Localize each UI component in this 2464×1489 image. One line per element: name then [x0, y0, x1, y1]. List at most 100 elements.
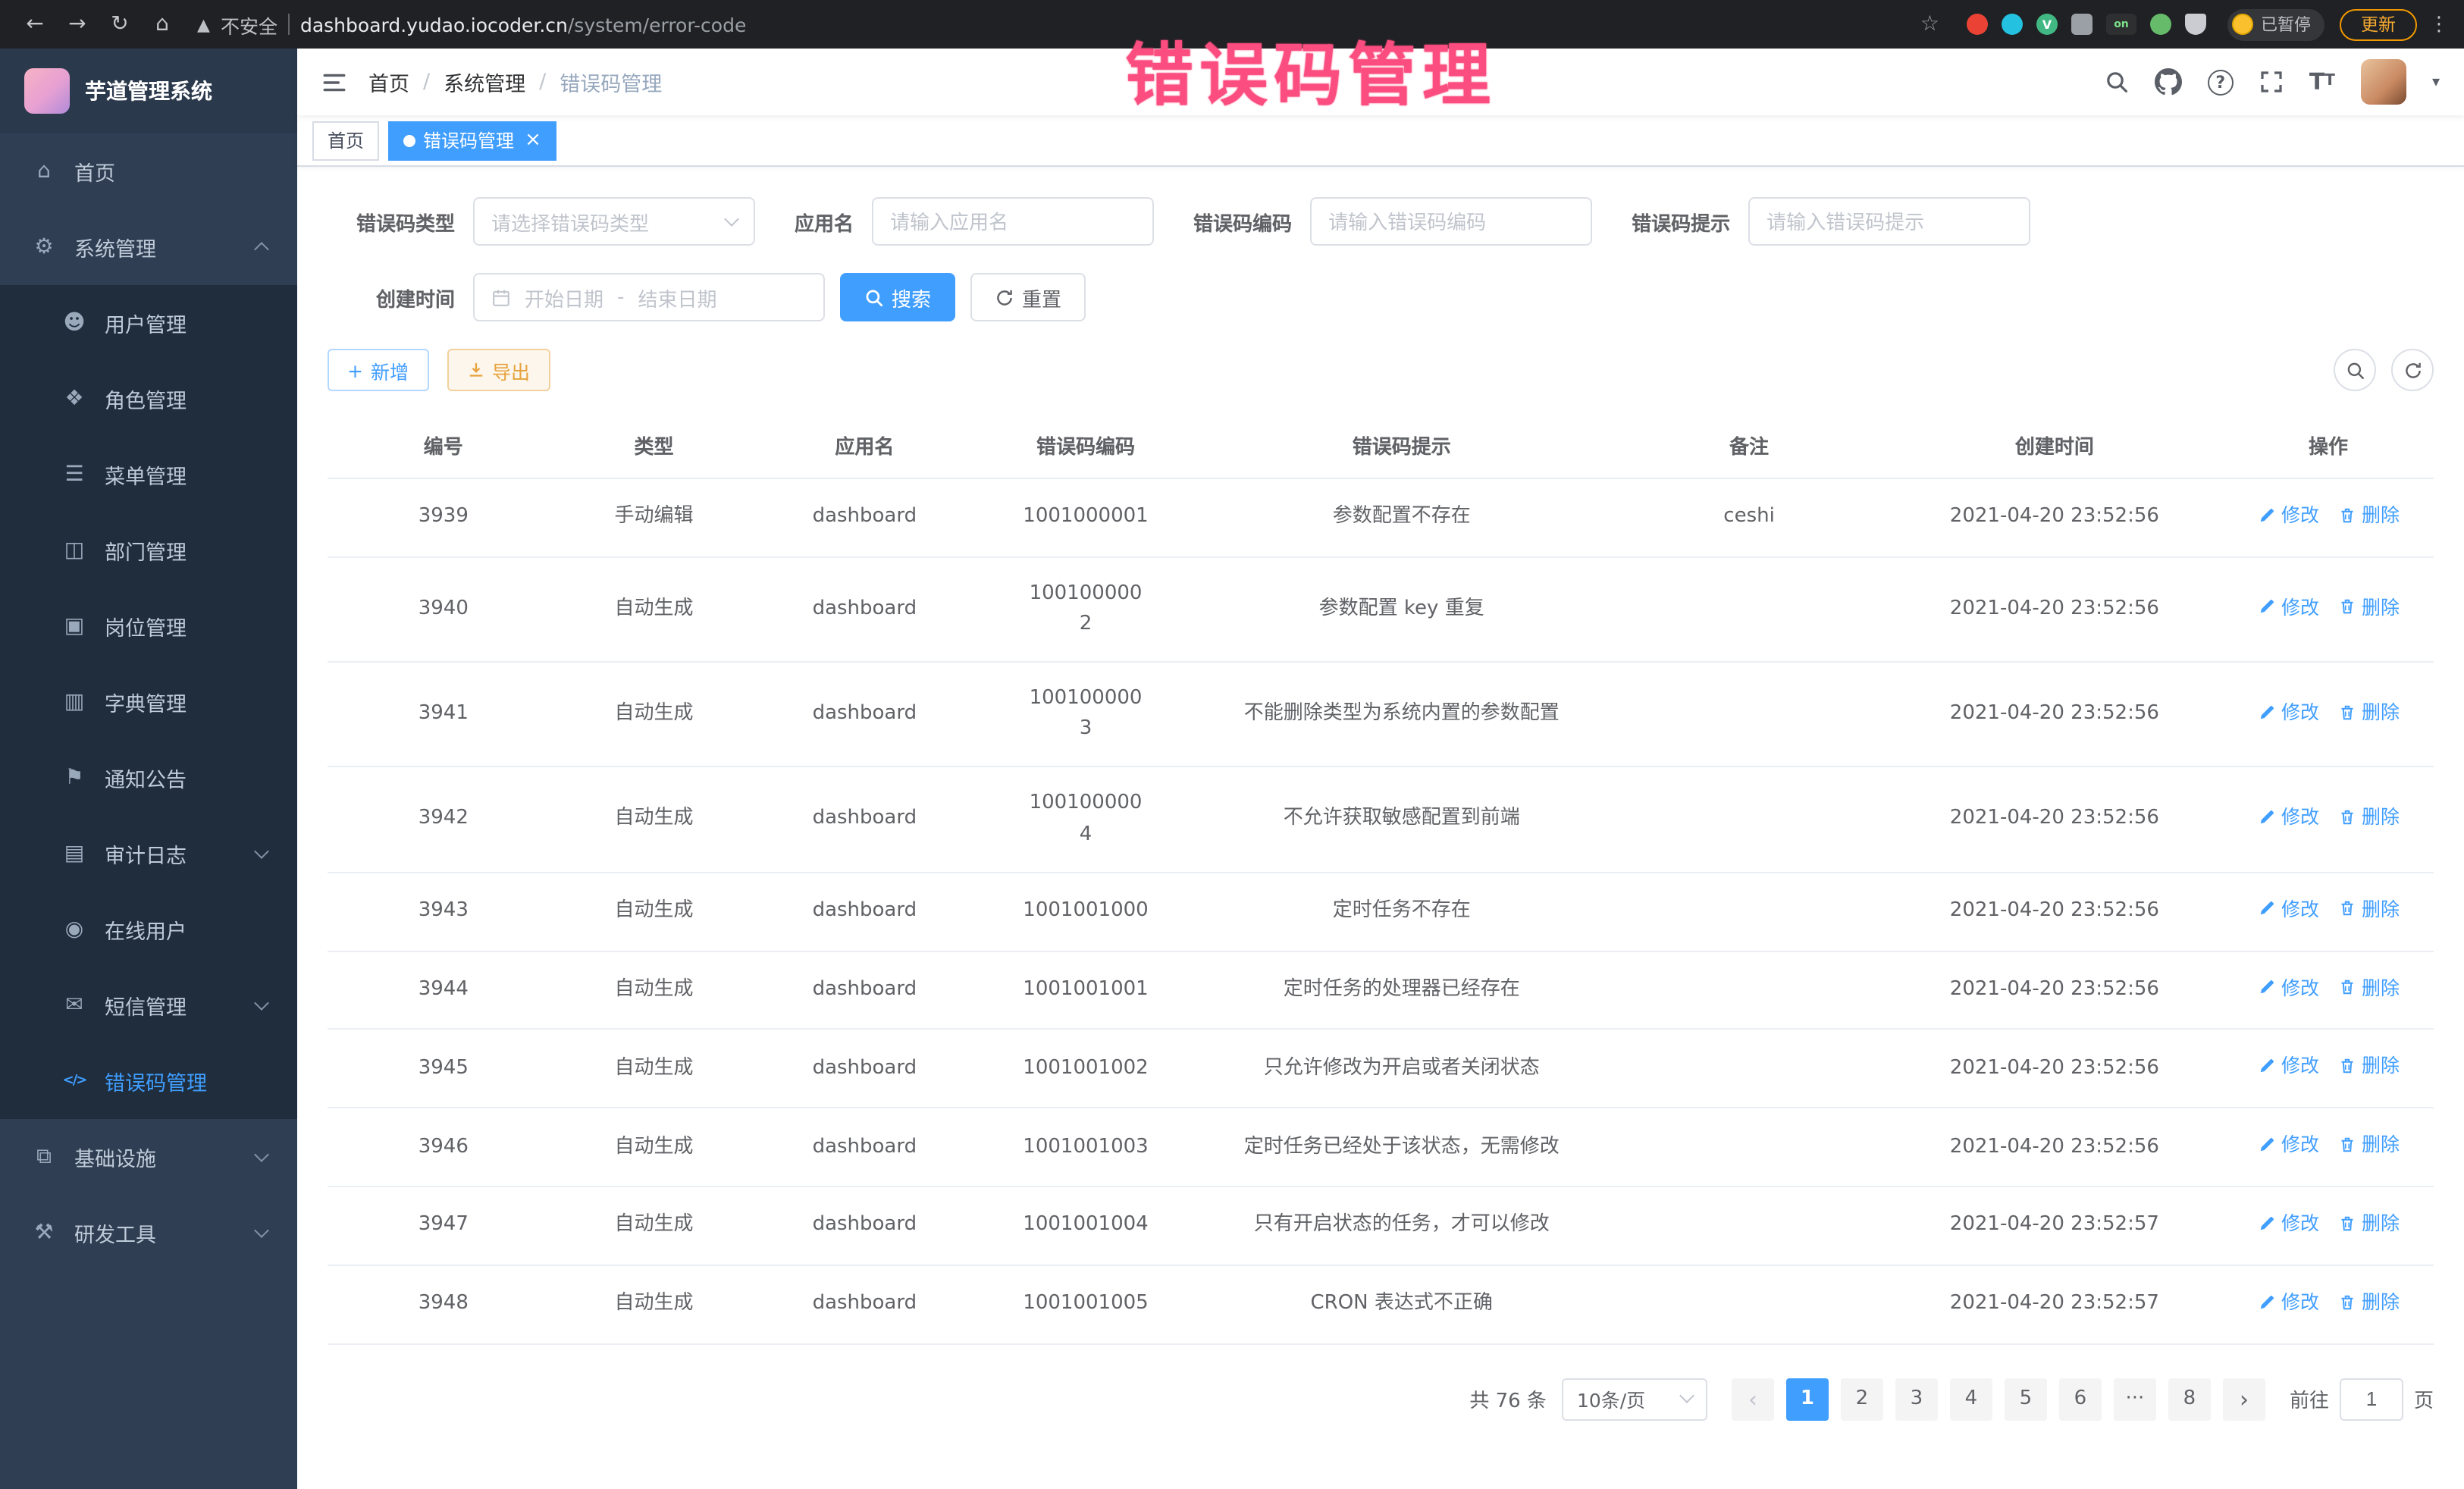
- breadcrumb-system[interactable]: 系统管理: [444, 67, 525, 97]
- delete-link[interactable]: 删除: [2337, 1208, 2400, 1238]
- app-name-input[interactable]: [872, 197, 1154, 246]
- edit-link[interactable]: 修改: [2257, 802, 2319, 832]
- vue-devtools-extension-icon[interactable]: V: [2036, 14, 2058, 35]
- chrome-update-button[interactable]: 更新: [2340, 8, 2417, 40]
- sidebar-item-home[interactable]: ⌂首页: [0, 133, 297, 209]
- profile-paused-chip[interactable]: 已暂停: [2227, 8, 2324, 40]
- cell-id: 3946: [328, 1108, 560, 1186]
- bookmark-star-icon[interactable]: ☆: [1920, 12, 1939, 36]
- edit-link[interactable]: 修改: [2257, 500, 2319, 530]
- total-count: 共 76 条: [1469, 1384, 1547, 1413]
- browser-back-icon[interactable]: ←: [15, 12, 55, 36]
- pin-extension-icon[interactable]: [2185, 14, 2206, 35]
- hamburger-icon[interactable]: [321, 69, 347, 95]
- delete-link[interactable]: 删除: [2337, 697, 2400, 727]
- sidebar-item-post[interactable]: ▣岗位管理: [0, 588, 297, 664]
- sidebar-item-notice[interactable]: ⚑通知公告: [0, 740, 297, 816]
- error-type-select[interactable]: 请选择错误码类型: [473, 197, 755, 246]
- error-code-input[interactable]: [1310, 197, 1592, 246]
- sidebar-item-label: 首页: [74, 156, 115, 187]
- sidebar-item-sms[interactable]: ✉短信管理: [0, 967, 297, 1043]
- page-size-select[interactable]: 10条/页: [1562, 1378, 1707, 1420]
- sidebar-item-online-user[interactable]: ◉在线用户: [0, 892, 297, 967]
- help-icon[interactable]: ?: [2208, 69, 2234, 95]
- search-icon[interactable]: [2105, 70, 2129, 94]
- filter-row-1: 错误码类型 请选择错误码类型 应用名 错误码编码: [328, 197, 2434, 246]
- user-avatar[interactable]: [2361, 59, 2406, 105]
- breadcrumb-home[interactable]: 首页: [368, 67, 409, 97]
- delete-link[interactable]: 删除: [2337, 1052, 2400, 1081]
- edit-link[interactable]: 修改: [2257, 894, 2319, 923]
- teal-extension-icon[interactable]: [2002, 14, 2023, 35]
- sidebar-item-error-code[interactable]: </>错误码管理: [0, 1043, 297, 1119]
- edit-link[interactable]: 修改: [2257, 1208, 2319, 1238]
- sidebar-item-system[interactable]: ⚙系统管理: [0, 209, 297, 285]
- leaf-extension-icon[interactable]: [2150, 14, 2171, 35]
- puzzle-extensions-icon[interactable]: [2071, 14, 2093, 35]
- edit-link[interactable]: 修改: [2257, 973, 2319, 1002]
- sidebar-item-role[interactable]: ❖角色管理: [0, 361, 297, 437]
- export-button[interactable]: 导出: [447, 349, 550, 391]
- filter-row-2: 创建时间 开始日期 - 结束日期 搜索: [328, 273, 2434, 321]
- reset-button[interactable]: 重置: [970, 273, 1086, 321]
- page-button-3[interactable]: 3: [1895, 1378, 1938, 1420]
- delete-link[interactable]: 删除: [2337, 1130, 2400, 1159]
- toggle-search-icon-button[interactable]: [2334, 349, 2376, 391]
- address-bar[interactable]: ▲ 不安全 dashboard.yudao.iocoder.cn/system/…: [197, 5, 1939, 44]
- delete-link[interactable]: 删除: [2337, 802, 2400, 832]
- page-button-1[interactable]: 1: [1786, 1378, 1829, 1420]
- prev-page-button[interactable]: ‹: [1732, 1378, 1774, 1420]
- date-range-picker[interactable]: 开始日期 - 结束日期: [473, 273, 825, 321]
- error-hint-input[interactable]: [1748, 197, 2030, 246]
- page-button-5[interactable]: 5: [2005, 1378, 2047, 1420]
- sidebar-item-audit-log[interactable]: ▤审计日志: [0, 816, 297, 892]
- browser-home-icon[interactable]: ⌂: [143, 12, 182, 36]
- delete-link[interactable]: 删除: [2337, 894, 2400, 923]
- delete-link[interactable]: 删除: [2337, 973, 2400, 1002]
- add-button[interactable]: + 新增: [328, 349, 428, 391]
- sidebar-item-dept[interactable]: ◫部门管理: [0, 513, 297, 588]
- chevron-down-icon: [724, 211, 739, 226]
- sidebar-item-dict[interactable]: ▥字典管理: [0, 664, 297, 740]
- sidebar-item-dev-tools[interactable]: ⚒研发工具: [0, 1195, 297, 1271]
- page-button-6[interactable]: 6: [2059, 1378, 2102, 1420]
- on-badge-extension-icon[interactable]: on: [2106, 14, 2136, 35]
- edit-link[interactable]: 修改: [2257, 1052, 2319, 1081]
- cell-app: dashboard: [749, 951, 981, 1030]
- chevron-down-icon[interactable]: ▾: [2432, 74, 2440, 90]
- sidebar-item-user[interactable]: ☻用户管理: [0, 285, 297, 361]
- next-page-button[interactable]: ›: [2223, 1378, 2265, 1420]
- more-pages-button[interactable]: ···: [2114, 1378, 2156, 1420]
- github-icon[interactable]: [2155, 68, 2182, 96]
- edit-link[interactable]: 修改: [2257, 1130, 2319, 1159]
- red-extension-icon[interactable]: [1967, 14, 1988, 35]
- search-button[interactable]: 搜索: [840, 273, 955, 321]
- tab-error-code[interactable]: 错误码管理×: [388, 121, 556, 160]
- edit-link[interactable]: 修改: [2257, 592, 2319, 622]
- tab-home[interactable]: 首页: [312, 121, 379, 160]
- tab-close-icon[interactable]: ×: [525, 130, 541, 150]
- delete-link[interactable]: 删除: [2337, 500, 2400, 530]
- edit-link[interactable]: 修改: [2257, 697, 2319, 727]
- sidebar-item-infra[interactable]: ⧉基础设施: [0, 1119, 297, 1195]
- cell-remark: [1613, 557, 1886, 663]
- page-button-8[interactable]: 8: [2168, 1378, 2211, 1420]
- fullscreen-icon[interactable]: [2259, 70, 2284, 94]
- browser-forward-icon[interactable]: →: [58, 12, 97, 36]
- browser-toolbar: ← → ↻ ⌂ ▲ 不安全 dashboard.yudao.iocoder.cn…: [0, 0, 2464, 49]
- sidebar-item-menu[interactable]: ☰菜单管理: [0, 437, 297, 513]
- table-body: 3939手动编辑dashboard1001000001参数配置不存在ceshi2…: [328, 478, 2434, 1343]
- infra-icon: ⧉: [30, 1145, 58, 1169]
- delete-link[interactable]: 删除: [2337, 592, 2400, 622]
- browser-menu-icon[interactable]: ⋮: [2429, 13, 2449, 36]
- font-size-icon[interactable]: TT: [2309, 71, 2335, 93]
- refresh-table-button[interactable]: [2391, 349, 2434, 391]
- app-logo[interactable]: 芋道管理系统: [0, 49, 297, 133]
- browser-refresh-icon[interactable]: ↻: [100, 12, 140, 36]
- cell-operations: 修改删除: [2223, 478, 2434, 557]
- edit-link[interactable]: 修改: [2257, 1287, 2319, 1317]
- delete-link[interactable]: 删除: [2337, 1287, 2400, 1317]
- page-button-2[interactable]: 2: [1841, 1378, 1883, 1420]
- goto-page-input[interactable]: [2340, 1378, 2403, 1420]
- page-button-4[interactable]: 4: [1950, 1378, 1992, 1420]
